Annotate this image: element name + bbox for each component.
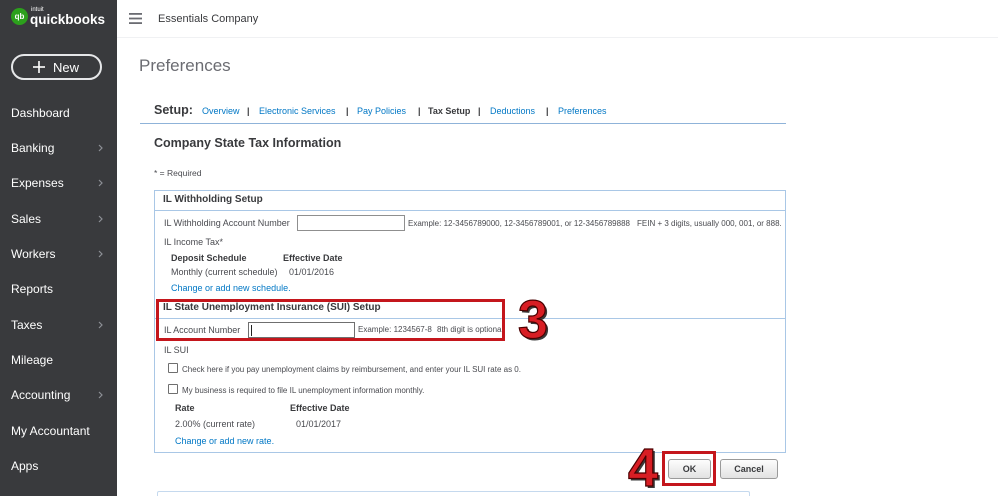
sidebar: qb intuit quickbooks New Dashboard Banki… xyxy=(0,0,117,496)
sidebar-nav: Dashboard Banking Expenses Sales Workers… xyxy=(0,95,117,483)
setup-link-overview[interactable]: Overview xyxy=(202,106,240,117)
setup-nav-separator: | xyxy=(346,105,349,116)
company-name: Essentials Company xyxy=(158,12,259,25)
sidebar-item-label: Apps xyxy=(11,458,39,473)
chevron-right-icon xyxy=(98,144,103,152)
chevron-right-icon xyxy=(98,250,103,258)
page-title: Preferences xyxy=(139,56,231,75)
form-title: Company State Tax Information xyxy=(154,135,342,150)
logo-badge-text: qb xyxy=(14,12,25,21)
sidebar-item-label: Sales xyxy=(11,211,42,226)
setup-link-deductions[interactable]: Deductions xyxy=(490,106,535,117)
sidebar-item-taxes[interactable]: Taxes xyxy=(0,307,117,342)
new-button[interactable]: New xyxy=(11,54,102,80)
plus-icon xyxy=(33,61,45,73)
sidebar-item-label: Banking xyxy=(11,141,55,156)
chevron-right-icon xyxy=(98,180,103,187)
setup-nav-separator: | xyxy=(546,105,549,116)
setup-link-electronic-services[interactable]: Electronic Services xyxy=(259,106,336,117)
sidebar-item-sales[interactable]: Sales xyxy=(0,201,117,236)
annotation-highlight-sui xyxy=(156,299,505,341)
setup-nav-divider xyxy=(140,123,786,124)
income-tax-label: IL Income Tax* xyxy=(164,236,224,247)
sidebar-item-apps[interactable]: Apps xyxy=(0,448,117,483)
rate-date-column-header: Effective Date xyxy=(290,402,350,413)
annotation-step-number: 3 xyxy=(517,290,549,350)
schedule-cell: Monthly (current schedule) xyxy=(171,266,278,277)
withholding-header: IL Withholding Setup xyxy=(163,194,263,205)
rate-column-header: Rate xyxy=(175,402,195,413)
setup-nav-separator: | xyxy=(247,105,250,116)
sidebar-item-label: Expenses xyxy=(11,176,64,191)
monthly-filing-checkbox[interactable] xyxy=(168,384,178,394)
rate-date-cell: 01/01/2017 xyxy=(296,418,342,429)
new-button-label: New xyxy=(53,59,80,75)
annotation-highlight-ok xyxy=(662,451,716,486)
schedule-column-header: Deposit Schedule xyxy=(171,252,247,263)
quickbooks-logo-icon[interactable]: qb xyxy=(11,8,28,25)
chevron-right-icon xyxy=(98,215,103,223)
sui-section-label: IL SUI xyxy=(164,344,189,355)
sidebar-item-label: Reports xyxy=(11,282,54,297)
annotation-step-number: 4 xyxy=(627,438,659,498)
sidebar-item-label: Accounting xyxy=(11,388,71,403)
setup-nav-separator: | xyxy=(418,105,421,116)
sidebar-item-workers[interactable]: Workers xyxy=(0,236,117,271)
monthly-filing-checkbox-label: My business is required to file IL unemp… xyxy=(182,386,425,395)
next-section-box xyxy=(157,491,750,496)
required-note: * = Required xyxy=(154,168,202,178)
sidebar-item-mileage[interactable]: Mileage xyxy=(0,342,117,377)
cancel-button[interactable]: Cancel xyxy=(720,459,778,479)
withholding-account-example: Example: 12-3456789000, 12-3456789001, o… xyxy=(408,219,630,228)
sidebar-item-accounting[interactable]: Accounting xyxy=(0,378,117,413)
change-rate-link[interactable]: Change or add new rate. xyxy=(175,436,274,447)
chevron-right-icon xyxy=(98,391,103,399)
sidebar-item-my-accountant[interactable]: My Accountant xyxy=(0,413,117,448)
sidebar-item-reports[interactable]: Reports xyxy=(0,272,117,307)
setup-nav-separator: | xyxy=(478,105,481,116)
chevron-right-icon xyxy=(98,321,103,329)
withholding-account-label: IL Withholding Account Number xyxy=(164,217,290,228)
sidebar-item-label: Dashboard xyxy=(11,105,70,120)
rate-cell: 2.00% (current rate) xyxy=(175,418,256,429)
sidebar-item-label: Mileage xyxy=(11,352,54,367)
sidebar-item-expenses[interactable]: Expenses xyxy=(0,166,117,201)
reimbursement-checkbox[interactable] xyxy=(168,363,178,373)
schedule-date-column-header: Effective Date xyxy=(283,252,343,263)
sidebar-item-banking[interactable]: Banking xyxy=(0,131,117,166)
change-schedule-link[interactable]: Change or add new schedule. xyxy=(171,283,291,294)
withholding-account-input[interactable] xyxy=(297,215,405,231)
sidebar-item-label: Workers xyxy=(11,247,56,262)
withholding-account-note: FEIN + 3 digits, usually 000, 001, or 88… xyxy=(637,219,782,228)
reimbursement-checkbox-label: Check here if you pay unemployment claim… xyxy=(182,365,521,374)
setup-nav-label: Setup: xyxy=(154,102,193,117)
sidebar-item-label: My Accountant xyxy=(11,423,90,438)
top-bar: Essentials Company xyxy=(117,0,998,38)
schedule-date-cell: 01/01/2016 xyxy=(289,266,335,277)
setup-link-pay-policies[interactable]: Pay Policies xyxy=(357,106,406,117)
logo-brand-main[interactable]: quickbooks xyxy=(30,12,105,28)
setup-link-tax-setup[interactable]: Tax Setup xyxy=(428,106,470,117)
setup-link-preferences[interactable]: Preferences xyxy=(558,106,607,117)
sidebar-item-label: Taxes xyxy=(11,317,43,332)
withholding-header-divider xyxy=(155,210,785,211)
sidebar-item-dashboard[interactable]: Dashboard xyxy=(0,95,117,130)
hamburger-icon[interactable] xyxy=(129,13,142,24)
